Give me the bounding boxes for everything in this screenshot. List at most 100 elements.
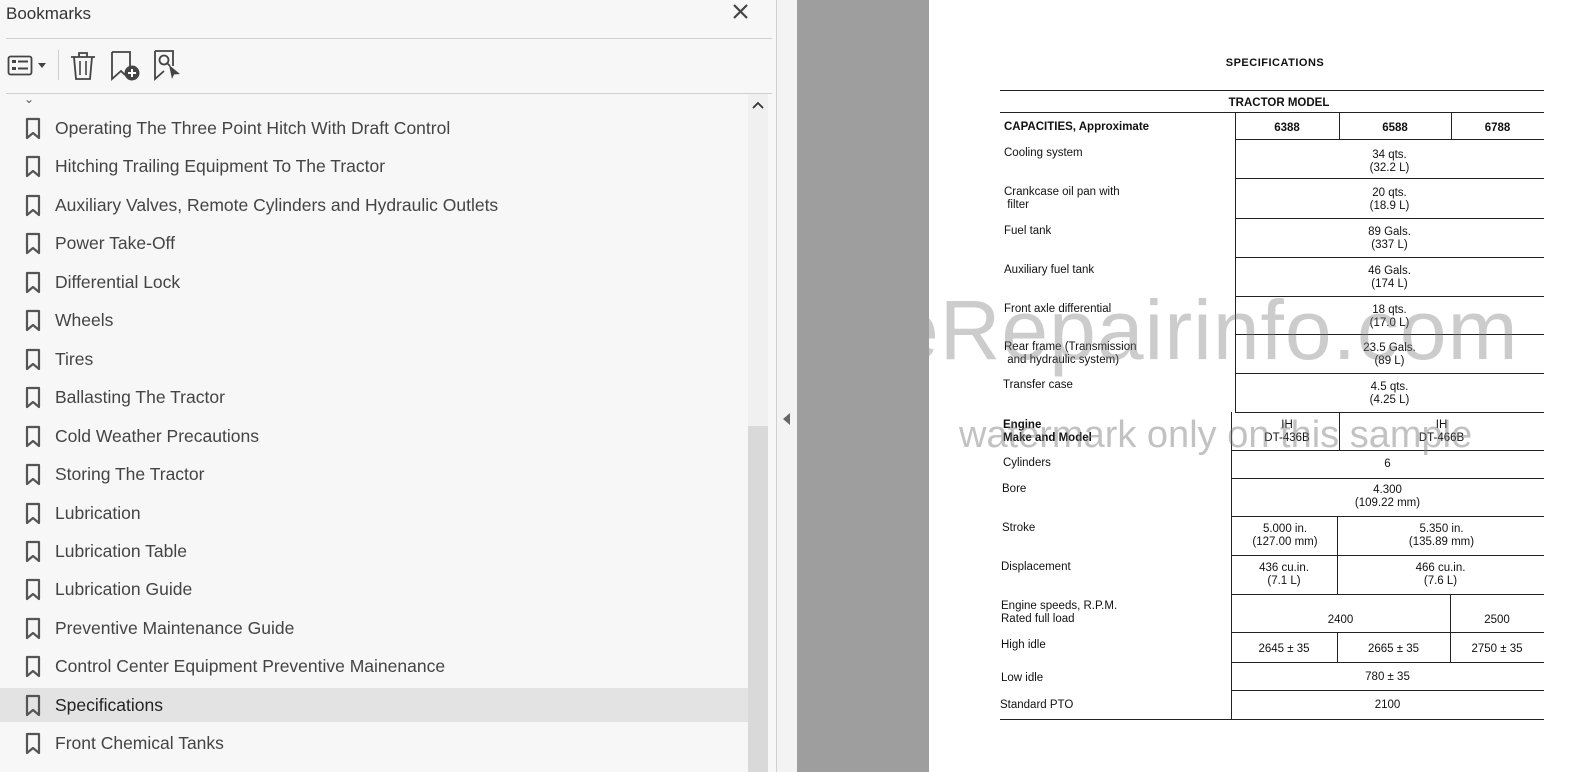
model-6588: 6588 — [1382, 122, 1408, 134]
rule — [1235, 178, 1544, 179]
bookmark-item[interactable]: Power Take-Off — [0, 226, 748, 260]
row-label: Fuel tank — [1004, 225, 1052, 237]
delete-icon — [71, 52, 95, 80]
bookmark-icon — [24, 232, 42, 256]
bookmark-icon — [24, 463, 42, 487]
panel-title: Bookmarks — [6, 4, 92, 23]
new-bookmark-icon — [111, 51, 140, 82]
row-label: Standard PTO — [1000, 699, 1074, 711]
row-value: 466 cu.in. (7.6 L) — [1415, 562, 1466, 587]
options-menu-button[interactable] — [6, 48, 50, 82]
bookmark-item[interactable]: Preventive Maintenance Guide — [0, 611, 748, 645]
row-value: 2645 ± 35 — [1258, 643, 1310, 655]
bookmark-label: Wheels — [55, 310, 114, 331]
bookmark-icon — [24, 694, 42, 718]
panel-splitter[interactable] — [777, 0, 797, 772]
bookmark-item[interactable]: Ballasting The Tractor — [0, 380, 748, 414]
bookmark-item[interactable]: Auxiliary Valves, Remote Cylinders and H… — [0, 188, 748, 222]
bookmark-icon — [24, 617, 42, 641]
bookmark-item[interactable]: Lubrication Table — [0, 534, 748, 568]
bookmark-icon — [24, 309, 42, 333]
bookmark-label: Front Chemical Tanks — [55, 733, 224, 754]
bookmark-label: Hitching Trailing Equipment To The Tract… — [55, 156, 386, 177]
document-page: SPECIFICATIONS TRACTOR MODEL CAPACITIES,… — [929, 0, 1591, 772]
rule — [1000, 90, 1544, 91]
find-current-bookmark-button[interactable] — [150, 48, 184, 82]
row-value: 780 ± 35 — [1365, 671, 1410, 683]
bookmark-icon — [24, 386, 42, 410]
document-background — [797, 0, 929, 772]
row-value: 5.350 in. (135.89 mm) — [1408, 523, 1475, 548]
row-value: 34 qts. — [1372, 149, 1407, 161]
bookmark-item[interactable]: Hitching Trailing Equipment To The Tract… — [0, 149, 748, 183]
scrollbar[interactable] — [748, 94, 768, 772]
rule — [1231, 690, 1544, 691]
rule — [1231, 516, 1544, 517]
row-value: (32.2 L) — [1369, 162, 1410, 174]
section-label: CAPACITIES, Approximate — [1004, 121, 1150, 133]
find-current-bookmark-icon — [154, 50, 180, 82]
row-value: 6 — [1384, 458, 1391, 470]
rule — [1231, 632, 1544, 633]
row-label: Cooling system — [1004, 147, 1083, 159]
close-panel-button[interactable] — [728, 0, 756, 26]
row-label: Bore — [1002, 483, 1027, 495]
row-value: 2400 — [1327, 614, 1354, 626]
bookmark-label: Control Center Equipment Preventive Main… — [55, 656, 446, 677]
row-value: (18.9 L) — [1369, 200, 1410, 212]
bookmark-icon — [24, 540, 42, 564]
bookmark-icon — [24, 732, 42, 756]
toolbar-separator — [58, 50, 59, 80]
new-bookmark-button[interactable] — [108, 48, 142, 82]
rule — [1000, 112, 1544, 113]
bookmark-item[interactable]: Operating The Three Point Hitch With Dra… — [0, 111, 748, 145]
bookmark-item[interactable]: Wheels — [0, 303, 748, 337]
bookmark-item[interactable]: Front Chemical Tanks — [0, 726, 748, 760]
bookmarks-toolbar — [0, 44, 776, 88]
collapse-chevron-icon[interactable]: ⌄ — [24, 92, 34, 106]
row-label: High idle — [1001, 639, 1046, 651]
bookmark-label: Tires — [55, 348, 94, 369]
row-value: 2500 — [1484, 614, 1510, 626]
document-title: SPECIFICATIONS — [1225, 57, 1325, 69]
rule — [1235, 412, 1544, 413]
close-icon — [733, 4, 748, 19]
bookmark-label: Lubrication Table — [55, 540, 187, 561]
collapse-panel-icon[interactable] — [780, 410, 794, 428]
bookmark-icon — [24, 117, 42, 141]
bookmark-icon — [24, 194, 42, 218]
bookmark-item[interactable]: Lubrication Guide — [0, 572, 748, 606]
row-value: 436 cu.in. (7.1 L) — [1259, 562, 1309, 587]
bookmark-label: Power Take-Off — [55, 233, 175, 254]
bookmark-label: Differential Lock — [55, 271, 181, 292]
bookmark-item[interactable]: Lubrication — [0, 496, 748, 530]
bookmark-label: Operating The Three Point Hitch With Dra… — [55, 118, 451, 138]
row-value: 20 qts. — [1372, 187, 1407, 199]
bookmark-item[interactable]: Differential Lock — [0, 265, 748, 299]
bookmark-icon — [24, 578, 42, 602]
bookmark-icon — [24, 348, 42, 372]
delete-bookmark-button[interactable] — [66, 48, 100, 82]
rule — [1231, 662, 1544, 663]
scrollbar-thumb[interactable] — [748, 426, 768, 772]
rule — [1451, 112, 1452, 139]
bookmark-item[interactable]: Storing The Tractor — [0, 457, 748, 491]
row-label: Crankcase oil pan with filter — [1004, 186, 1120, 211]
model-6388: 6388 — [1274, 122, 1300, 134]
row-label: Displacement — [1001, 561, 1071, 573]
bookmark-item[interactable]: Tires — [0, 342, 748, 376]
row-value: 4.5 qts. — [1370, 381, 1409, 393]
row-value: (337 L) — [1371, 239, 1408, 251]
scroll-up-icon[interactable] — [751, 98, 765, 112]
bookmark-icon — [24, 655, 42, 679]
bookmark-item[interactable]: Cold Weather Precautions — [0, 419, 748, 453]
bookmark-item[interactable]: Specifications — [0, 687, 748, 722]
row-label: Transfer case — [1003, 379, 1073, 391]
bookmark-label: Auxiliary Valves, Remote Cylinders and H… — [55, 194, 499, 215]
row-label: Stroke — [1002, 522, 1036, 534]
rule — [1000, 719, 1544, 720]
bookmark-label: Lubrication — [55, 502, 141, 523]
bookmark-icon — [24, 271, 42, 295]
bookmark-item[interactable]: Control Center Equipment Preventive Main… — [0, 649, 748, 683]
bookmark-icon — [24, 502, 42, 526]
